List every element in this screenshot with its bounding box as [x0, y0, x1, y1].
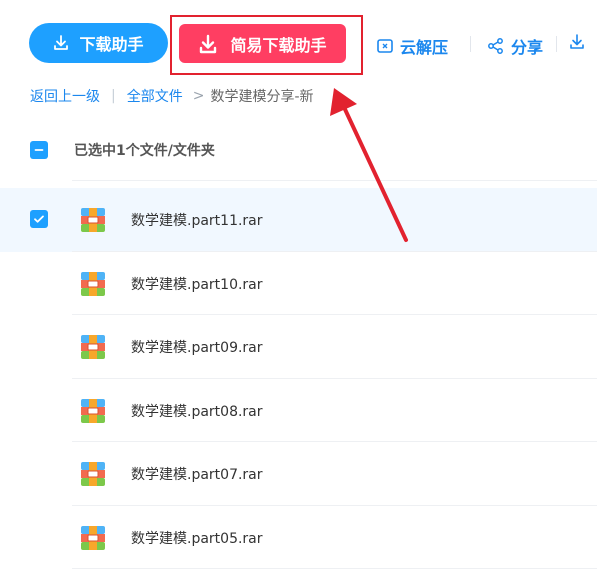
extract-icon: [376, 37, 394, 55]
download-helper-label: 下载助手: [79, 31, 143, 55]
download-button[interactable]: [569, 34, 585, 50]
file-row[interactable]: 数学建模.part05.rar: [0, 506, 597, 569]
rar-archive-icon: [80, 334, 106, 360]
file-row[interactable]: 数学建模.part10.rar: [0, 252, 597, 316]
file-list: 数学建模.part11.rar 数学建模.part10.rar 数学建模.part0…: [0, 188, 597, 569]
rar-archive-icon: [80, 398, 106, 424]
share-button[interactable]: 分享: [487, 34, 543, 58]
check-icon: [33, 213, 45, 225]
file-name[interactable]: 数学建模.part07.rar: [131, 464, 263, 484]
file-row[interactable]: 数学建模.part09.rar: [0, 315, 597, 379]
toolbar: 下载助手 简易下载助手 云解压 分享: [0, 0, 597, 85]
selection-bar: 已选中1个文件/文件夹: [30, 139, 215, 161]
breadcrumb-all-files-link[interactable]: 全部文件: [127, 86, 183, 106]
rar-archive-icon: [80, 461, 106, 487]
file-name[interactable]: 数学建模.part05.rar: [131, 528, 263, 548]
file-name[interactable]: 数学建模.part08.rar: [131, 401, 263, 421]
annotation-highlight-box: [170, 15, 363, 75]
download-icon: [569, 34, 585, 50]
file-row[interactable]: 数学建模.part08.rar: [0, 379, 597, 443]
select-all-checkbox[interactable]: [30, 141, 48, 159]
toolbar-divider: [556, 36, 557, 52]
selection-count-text: 已选中1个文件/文件夹: [74, 140, 215, 160]
cloud-extract-label: 云解压: [400, 34, 448, 58]
breadcrumb: 返回上一级 | 全部文件 > 数学建模分享-新: [30, 86, 314, 106]
rar-archive-icon: [80, 207, 106, 233]
file-row[interactable]: 数学建模.part07.rar: [0, 442, 597, 506]
share-label: 分享: [511, 34, 543, 58]
cloud-extract-button[interactable]: 云解压: [376, 34, 448, 58]
divider: [72, 180, 597, 181]
breadcrumb-back-link[interactable]: 返回上一级: [30, 86, 100, 106]
download-helper-button[interactable]: 下载助手: [29, 23, 168, 63]
breadcrumb-arrow: >: [193, 88, 205, 104]
minus-icon: [34, 145, 44, 155]
download-icon: [53, 35, 69, 51]
file-checkbox[interactable]: [30, 210, 48, 228]
breadcrumb-current-folder: 数学建模分享-新: [210, 86, 313, 106]
breadcrumb-separator: |: [111, 88, 116, 104]
toolbar-divider: [470, 36, 471, 52]
file-name[interactable]: 数学建模.part09.rar: [131, 337, 263, 357]
file-name[interactable]: 数学建模.part10.rar: [131, 274, 263, 294]
rar-archive-icon: [80, 271, 106, 297]
share-icon: [487, 37, 505, 55]
file-name[interactable]: 数学建模.part11.rar: [131, 210, 263, 230]
file-row[interactable]: 数学建模.part11.rar: [0, 188, 597, 252]
